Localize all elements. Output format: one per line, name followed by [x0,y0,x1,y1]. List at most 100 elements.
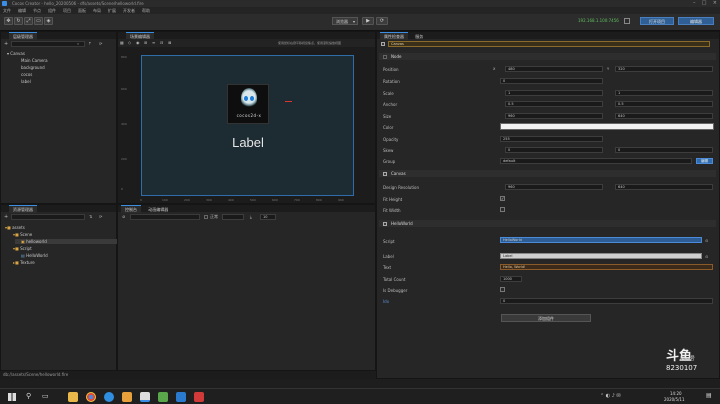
cocos-logo[interactable]: cocos2d-x [227,84,269,124]
distribute-icon[interactable]: ⊠ [168,40,171,45]
anchor-x-input[interactable]: 0.5 [505,101,603,107]
sort-icon[interactable]: ⇅ [89,214,92,219]
anchor-y-input[interactable]: 0.5 [615,101,713,107]
notification-icon[interactable]: ▤ [706,392,712,399]
menu-layout[interactable]: 布局 [93,7,101,14]
anchor-gizmo-icon[interactable] [285,101,292,102]
node-active-checkbox[interactable] [381,42,385,46]
refresh-button[interactable]: ⟳ [376,17,388,25]
script-field[interactable]: HelloWorld [500,237,702,243]
open-editor-button[interactable]: 编辑器 [678,17,714,25]
size-h-input[interactable]: 640 [615,113,713,119]
component-enabled-checkbox[interactable] [383,221,387,226]
skew-y-input[interactable]: 0 [615,147,713,153]
qr-icon[interactable] [624,18,630,24]
animation-tab[interactable]: 动画编辑器 [142,207,168,212]
tree-item-canvas[interactable]: ▾ Canvas [7,51,25,56]
preview-ip[interactable]: 192.168.1.100:7456 [578,18,619,23]
menu-panel[interactable]: 面板 [78,7,86,14]
menu-node[interactable]: 节点 [33,7,41,14]
refresh-icon[interactable]: ⟳ [99,41,102,46]
menu-component[interactable]: 组件 [48,7,56,14]
scale-y-input[interactable]: 1 [615,90,713,96]
assets-search-input[interactable] [11,214,85,220]
component-enabled-checkbox[interactable] [383,171,387,176]
helloworld-section[interactable]: HelloWorld [379,220,716,227]
2d-icon[interactable]: ◇ [128,40,131,45]
menu-file[interactable]: 文件 [3,7,11,14]
design-height-input[interactable]: 640 [615,184,713,190]
is-debugger-checkbox[interactable] [500,287,505,292]
open-project-button[interactable]: 打开项目 [640,17,674,25]
size-w-input[interactable]: 960 [505,113,603,119]
chrome-icon[interactable] [86,392,96,402]
maximize-icon[interactable]: □ [702,0,707,7]
inspector-tab[interactable]: 属性检查器 [380,32,408,40]
task-view-icon[interactable]: ▭ [42,392,49,400]
menu-extension[interactable]: 扩展 [108,7,116,14]
camera-icon[interactable]: ◉ [136,40,140,45]
regex-checkbox[interactable] [204,214,208,219]
menu-edit[interactable]: 编辑 [18,7,26,14]
position-x-input[interactable]: 480 [505,66,603,72]
opacity-input[interactable]: 255 [500,136,603,142]
grid-icon[interactable]: ▦ [120,40,124,45]
layout-icon[interactable]: ⊟ [160,40,163,45]
design-width-input[interactable]: 960 [505,184,603,190]
font-size-select[interactable]: 10 [260,214,276,220]
hierarchy-tab[interactable]: 层级管理器 [9,32,37,40]
clock-date[interactable]: 2020/5/11 [664,397,685,402]
color-swatch[interactable] [500,123,714,130]
clock-time[interactable]: 14:20 [670,391,682,396]
vscode-icon[interactable] [176,392,186,402]
canvas-section[interactable]: Canvas [379,170,716,177]
log-level-select[interactable] [222,214,244,220]
clear-icon[interactable]: ⊘ [122,214,125,219]
rotate-tool-icon[interactable]: ↻ [14,17,23,25]
folder-icon[interactable] [122,392,132,402]
group-select[interactable]: default [500,158,692,164]
collapse-icon[interactable]: ⤓ [250,214,252,219]
cocos-creator-icon[interactable] [140,392,150,402]
hierarchy-search-input[interactable] [11,41,85,47]
snap-icon[interactable]: ⊞ [144,40,147,45]
menu-project[interactable]: 项目 [63,7,71,14]
script-picker-icon[interactable]: ⊙ [705,238,708,243]
refresh-icon[interactable]: ⟳ [99,214,102,219]
add-node-icon[interactable]: + [4,41,8,47]
app-icon[interactable] [158,392,168,402]
fit-height-checkbox[interactable]: ✓ [500,196,505,201]
play-button[interactable]: ▶ [362,17,374,25]
platform-select[interactable]: 浏览器 ▾ [332,17,358,25]
asset-folder-texture[interactable]: ▸■ Texture [13,260,35,265]
skew-x-input[interactable]: 0 [505,147,603,153]
file-explorer-icon[interactable] [68,392,78,402]
label-ref-field[interactable]: Label [500,253,702,259]
rect-tool-icon[interactable]: ▭ [34,17,43,25]
position-y-input[interactable]: 320 [615,66,713,72]
total-count-input[interactable]: 1000 [500,276,522,282]
transform-tool-icon[interactable]: ◈ [44,17,53,25]
close-icon[interactable]: × [713,0,717,7]
search-icon[interactable]: ⚲ [26,392,31,400]
group-edit-button[interactable]: 编辑 [696,158,713,164]
canvas-frame[interactable]: cocos2d-x Label [141,55,354,196]
asset-folder-scene[interactable]: ▾■ Scene [13,232,32,237]
align-icon[interactable]: ≡ [152,40,155,45]
tree-item-label[interactable]: label [21,79,31,84]
console-filter-input[interactable] [130,214,200,220]
label-picker-icon[interactable]: ⊙ [705,254,708,259]
scene-viewport[interactable]: 800 600 400 200 0 cocos2d-x Label 0 100 … [118,47,375,203]
collapse-icon[interactable]: ⤒ [89,41,91,46]
add-asset-icon[interactable]: + [4,214,8,220]
scale-x-input[interactable]: 1 [505,90,603,96]
asset-helloworld-scene[interactable]: ▣ helloworld [15,239,117,244]
asset-helloworld-script[interactable]: ▤ HelloWorld [21,253,48,258]
fit-width-checkbox[interactable] [500,207,505,212]
menu-help[interactable]: 帮助 [142,7,150,14]
windows-start-icon[interactable] [8,393,16,401]
console-tab[interactable]: 控制台 [121,205,141,213]
assets-tab[interactable]: 资源管理器 [9,205,37,213]
tree-item-cocos[interactable]: cocos [21,72,32,77]
move-tool-icon[interactable]: ✥ [4,17,13,25]
